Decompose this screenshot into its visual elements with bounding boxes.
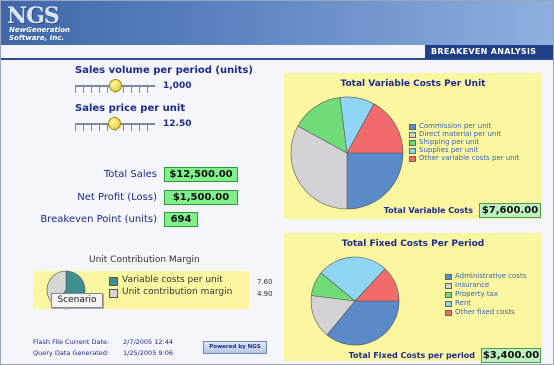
flash-date-label: Flash File Current Date: (33, 338, 110, 346)
unit-contribution-title: Unit Contribution Margin (89, 255, 200, 265)
legend-label: Rent (455, 299, 472, 307)
header-banner (1, 1, 553, 45)
logo-subtitle-line-1: NewGeneration (9, 26, 71, 34)
breakeven-point-label: Breakeven Point (units) (40, 214, 157, 225)
net-profit-value: $1,500.00 (164, 190, 238, 205)
legend-item: Other variable costs per unit (409, 154, 549, 163)
sales-price-label: Sales price per unit (75, 103, 186, 114)
total-variable-costs-label: Total Variable Costs (383, 206, 473, 215)
legend-swatch (445, 310, 452, 316)
sales-volume-slider-knob[interactable] (109, 79, 122, 92)
breakeven-analysis-app: NGS NewGeneration Software, Inc. BREAKEV… (0, 0, 554, 365)
legend-swatch (409, 148, 416, 154)
sales-price-slider[interactable] (75, 117, 155, 131)
total-fixed-costs-value: $3,400.00 (481, 348, 541, 363)
legend-label: Property tax (455, 290, 499, 298)
total-fixed-costs-label: Total Fixed Costs per period (348, 351, 475, 360)
unit-contribution-row-label: Unit contribution margin (122, 287, 233, 297)
sales-price-value: 12.50 (163, 119, 192, 129)
legend-item: Administrative costs (445, 272, 553, 281)
breakeven-point-value: 694 (164, 212, 198, 227)
variable-costs-pie-chart (290, 96, 404, 210)
variable-costs-title: Total Variable Costs Per Unit (340, 79, 486, 89)
logo-subtitle-line-2: Software, Inc. (9, 34, 65, 42)
legend-label: Commission per unit (419, 122, 492, 130)
query-date-value: 1/25/2005 9:06 (123, 349, 173, 357)
legend-label: Other fixed costs (455, 308, 515, 316)
legend-swatch (409, 156, 416, 162)
legend-label: Other variable costs per unit (419, 154, 520, 162)
legend-label: Shipping per unit (419, 138, 480, 146)
unit-contribution-row-value: 4.90 (257, 290, 273, 298)
total-variable-costs-value: $7,600.00 (479, 203, 541, 218)
legend-swatch (445, 292, 452, 298)
sales-price-slider-knob[interactable] (108, 117, 121, 130)
flash-date-value: 2/7/2005 12:44 (123, 338, 173, 346)
total-sales-value: $12,500.00 (164, 167, 238, 182)
legend-label: Insurance (455, 281, 490, 289)
legend-swatch (109, 277, 118, 286)
page-title: BREAKEVEN ANALYSIS (431, 47, 537, 56)
variable-costs-legend: Commission per unit Direct material per … (409, 122, 549, 171)
legend-swatch (409, 140, 416, 146)
legend-item: Other fixed costs (445, 308, 553, 317)
fixed-costs-title: Total Fixed Costs Per Period (341, 239, 485, 249)
legend-swatch (409, 132, 416, 138)
legend-item: Property tax (445, 290, 553, 299)
pie-slice-commission-per-unit (346, 152, 404, 210)
legend-swatch (445, 283, 452, 289)
scenario-button[interactable]: Scenario (51, 293, 103, 308)
legend-label: Supplies per unit (419, 146, 479, 154)
total-sales-label: Total Sales (103, 169, 157, 180)
fixed-costs-legend: Administrative costs Insurance Property … (445, 272, 545, 321)
legend-item: Rent (445, 299, 553, 308)
legend-label: Administrative costs (455, 272, 527, 280)
legend-item: Insurance (445, 281, 553, 290)
unit-contribution-row-value: 7.60 (257, 278, 273, 286)
legend-swatch (445, 274, 452, 280)
powered-by-ngs-button[interactable]: Powered by NGS (203, 341, 267, 354)
sales-volume-label: Sales volume per period (units) (75, 65, 253, 76)
net-profit-label: Net Profit (Loss) (77, 192, 157, 203)
legend-swatch (445, 301, 452, 307)
legend-swatch (409, 124, 416, 130)
sales-volume-value: 1,000 (163, 81, 192, 91)
query-date-label: Query Data Generated: (33, 349, 110, 357)
legend-swatch (109, 289, 118, 298)
fixed-costs-pie-chart (310, 256, 400, 346)
unit-contribution-row-label: Variable costs per unit (122, 275, 223, 285)
sales-volume-slider[interactable] (75, 79, 155, 93)
legend-label: Direct material per unit (419, 130, 502, 138)
